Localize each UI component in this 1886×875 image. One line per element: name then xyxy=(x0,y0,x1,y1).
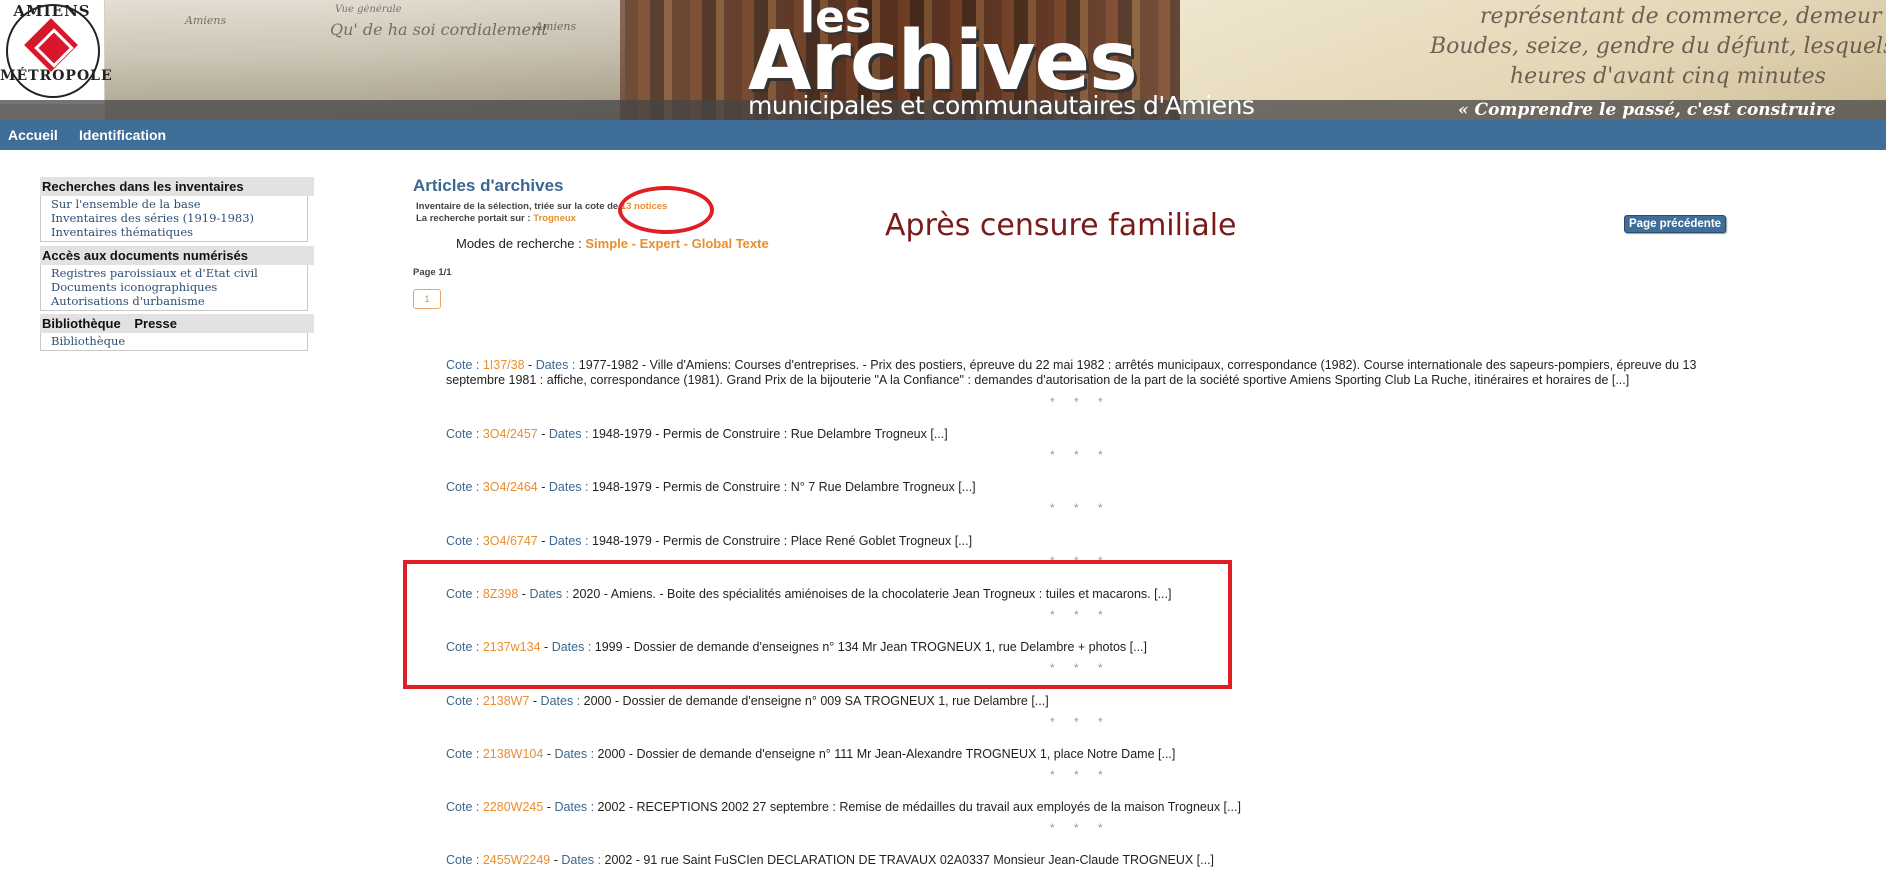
mode-expert-link[interactable]: Expert xyxy=(640,236,680,251)
logo-text-bottom: MÉTROPOLE xyxy=(0,68,113,84)
cote-label: Cote : xyxy=(446,853,480,867)
dates-label: Dates : xyxy=(548,427,589,441)
search-text: La recherche portait sur : xyxy=(416,213,531,224)
dates-label: Dates : xyxy=(554,800,595,814)
record-item: Cote : 3O4/2464 - Dates : 1948-1979 - Pe… xyxy=(446,480,976,494)
sidebar-link-inventaires-series[interactable]: Inventaires des séries (1919-1983) xyxy=(51,211,307,225)
dates-label: Dates : xyxy=(561,853,602,867)
record-text: 2002 - 91 rue Saint FuSCIen DECLARATION … xyxy=(604,853,1215,867)
cote-label: Cote : xyxy=(446,747,480,761)
record-item: Cote : 3O4/2457 - Dates : 1948-1979 - Pe… xyxy=(446,427,948,441)
mode-simple-link[interactable]: Simple xyxy=(585,236,628,251)
dates-label: Dates : xyxy=(535,358,576,372)
record-separator: * * * xyxy=(1050,501,1111,515)
record-cote-link[interactable]: 3O4/2457 xyxy=(483,427,538,441)
record-separator: * * * xyxy=(1050,821,1111,835)
cote-label: Cote : xyxy=(446,694,480,708)
record-cote-link[interactable]: 3O4/6747 xyxy=(483,534,538,548)
search-modes-label: Modes de recherche : xyxy=(456,236,582,251)
record-item: Cote : 2138W7 - Dates : 2000 - Dossier d… xyxy=(446,694,1049,708)
banner-postcard-caption: Amiens xyxy=(535,20,577,33)
banner-letter-handwriting: représentant de commerce, demeur xyxy=(1480,4,1882,29)
banner-postcard-caption: Amiens xyxy=(185,14,227,27)
cote-label: Cote : xyxy=(446,358,480,372)
sidebar-link-ensemble-base[interactable]: Sur l'ensemble de la base xyxy=(51,197,307,211)
sidebar-section-bibliotheque: Bibliothèque Presse Bibliothèque xyxy=(40,314,314,351)
mode-global-texte-link[interactable]: Global Texte xyxy=(692,236,769,251)
record-cote-link[interactable]: 2280W245 xyxy=(483,800,543,814)
previous-page-button[interactable]: Page précédente xyxy=(1624,215,1727,233)
search-modes: Modes de recherche : Simple - Expert - G… xyxy=(456,236,769,251)
cote-label: Cote : xyxy=(446,800,480,814)
sidebar-link-registres[interactable]: Registres paroissiaux et d'Etat civil xyxy=(51,266,307,280)
page-title: Articles d'archives xyxy=(413,176,564,195)
record-text: 1948-1979 - Permis de Construire : N° 7 … xyxy=(592,480,976,494)
search-summary: La recherche portait sur : Trogneux xyxy=(416,213,576,224)
dates-label: Dates : xyxy=(548,480,589,494)
record-item: Cote : 2455W2249 - Dates : 2002 - 91 rue… xyxy=(446,853,1215,867)
search-term: Trogneux xyxy=(533,213,576,224)
inventory-text: Inventaire de la sélection, triée sur la… xyxy=(416,201,619,212)
record-separator: * * * xyxy=(1050,395,1111,409)
sidebar-tab-bibliotheque[interactable]: Bibliothèque xyxy=(42,316,121,331)
cote-label: Cote : xyxy=(446,427,480,441)
dates-label: Dates : xyxy=(554,747,595,761)
record-separator: * * * xyxy=(1050,715,1111,729)
record-cote-link[interactable]: 1I37/38 xyxy=(483,358,525,372)
record-text: 2002 - RECEPTIONS 2002 27 septembre : Re… xyxy=(597,800,1241,814)
header-banner: Amiens Vue générale Qu' de ha soi cordia… xyxy=(0,0,1886,120)
record-text: 1948-1979 - Permis de Construire : Rue D… xyxy=(592,427,948,441)
sidebar-section-title: Recherches dans les inventaires xyxy=(40,177,314,196)
annotation-highlight-box xyxy=(403,560,1232,689)
page-1-button[interactable]: 1 xyxy=(413,289,441,309)
brand-subtitle: municipales et communautaires d'Amiens xyxy=(748,91,1255,120)
sidebar-section-title: Accès aux documents numérisés xyxy=(40,246,314,265)
sidebar-section-inventaires: Recherches dans les inventaires Sur l'en… xyxy=(40,177,314,242)
sidebar-link-list: Sur l'ensemble de la base Inventaires de… xyxy=(40,196,308,242)
record-item: Cote : 1I37/38 - Dates : 1977-1982 - Vil… xyxy=(446,358,1697,387)
record-cote-link[interactable]: 2138W104 xyxy=(483,747,543,761)
censure-annotation: Après censure familiale xyxy=(885,208,1237,243)
sidebar-section-documents: Accès aux documents numérisés Registres … xyxy=(40,246,314,311)
sidebar-link-bibliotheque[interactable]: Bibliothèque xyxy=(51,334,307,348)
banner-postcard-caption: Vue générale xyxy=(335,4,402,15)
record-item: Cote : 3O4/6747 - Dates : 1948-1979 - Pe… xyxy=(446,534,973,548)
sidebar-tab-presse[interactable]: Presse xyxy=(134,316,177,331)
sidebar-link-inventaires-thematiques[interactable]: Inventaires thématiques xyxy=(51,225,307,239)
banner-postcard-handwriting: Qu' de ha soi cordialement xyxy=(330,20,548,39)
annotation-circle xyxy=(618,186,714,234)
record-text: 1977-1982 - Ville d'Amiens: Courses d'en… xyxy=(446,358,1697,387)
record-separator: * * * xyxy=(1050,448,1111,462)
amiens-metropole-logo[interactable]: AMIENS MÉTROPOLE xyxy=(0,0,113,104)
record-cote-link[interactable]: 3O4/2464 xyxy=(483,480,538,494)
banner-letter-handwriting: Boudes, seize, gendre du défunt, lesquel… xyxy=(1430,34,1886,59)
sidebar-section-title: Bibliothèque Presse xyxy=(40,314,314,333)
record-text: 2000 - Dossier de demande d'enseigne n° … xyxy=(597,747,1176,761)
sidebar-link-list: Registres paroissiaux et d'Etat civil Do… xyxy=(40,265,308,311)
logo-text-top: AMIENS xyxy=(13,2,91,20)
record-separator: * * * xyxy=(1050,768,1111,782)
main-nav: Accueil Identification xyxy=(0,120,1886,150)
cote-label: Cote : xyxy=(446,534,480,548)
banner-letter-handwriting: heures d'avant cinq minutes xyxy=(1510,64,1826,89)
brand-motto: « Comprendre le passé, c'est construire … xyxy=(1458,100,1836,120)
record-cote-link[interactable]: 2138W7 xyxy=(483,694,530,708)
sidebar-link-iconographiques[interactable]: Documents iconographiques xyxy=(51,280,307,294)
nav-identification[interactable]: Identification xyxy=(79,127,166,143)
record-text: 1948-1979 - Permis de Construire : Place… xyxy=(592,534,973,548)
sidebar-link-urbanisme[interactable]: Autorisations d'urbanisme xyxy=(51,294,307,308)
dates-label: Dates : xyxy=(540,694,581,708)
record-item: Cote : 2280W245 - Dates : 2002 - RECEPTI… xyxy=(446,800,1241,814)
dates-label: Dates : xyxy=(548,534,589,548)
record-text: 2000 - Dossier de demande d'enseigne n° … xyxy=(583,694,1049,708)
record-cote-link[interactable]: 2455W2249 xyxy=(483,853,550,867)
cote-label: Cote : xyxy=(446,480,480,494)
record-item: Cote : 2138W104 - Dates : 2000 - Dossier… xyxy=(446,747,1176,761)
sidebar-link-list: Bibliothèque xyxy=(40,333,308,351)
page-info: Page 1/1 xyxy=(413,267,452,278)
nav-accueil[interactable]: Accueil xyxy=(8,127,58,143)
